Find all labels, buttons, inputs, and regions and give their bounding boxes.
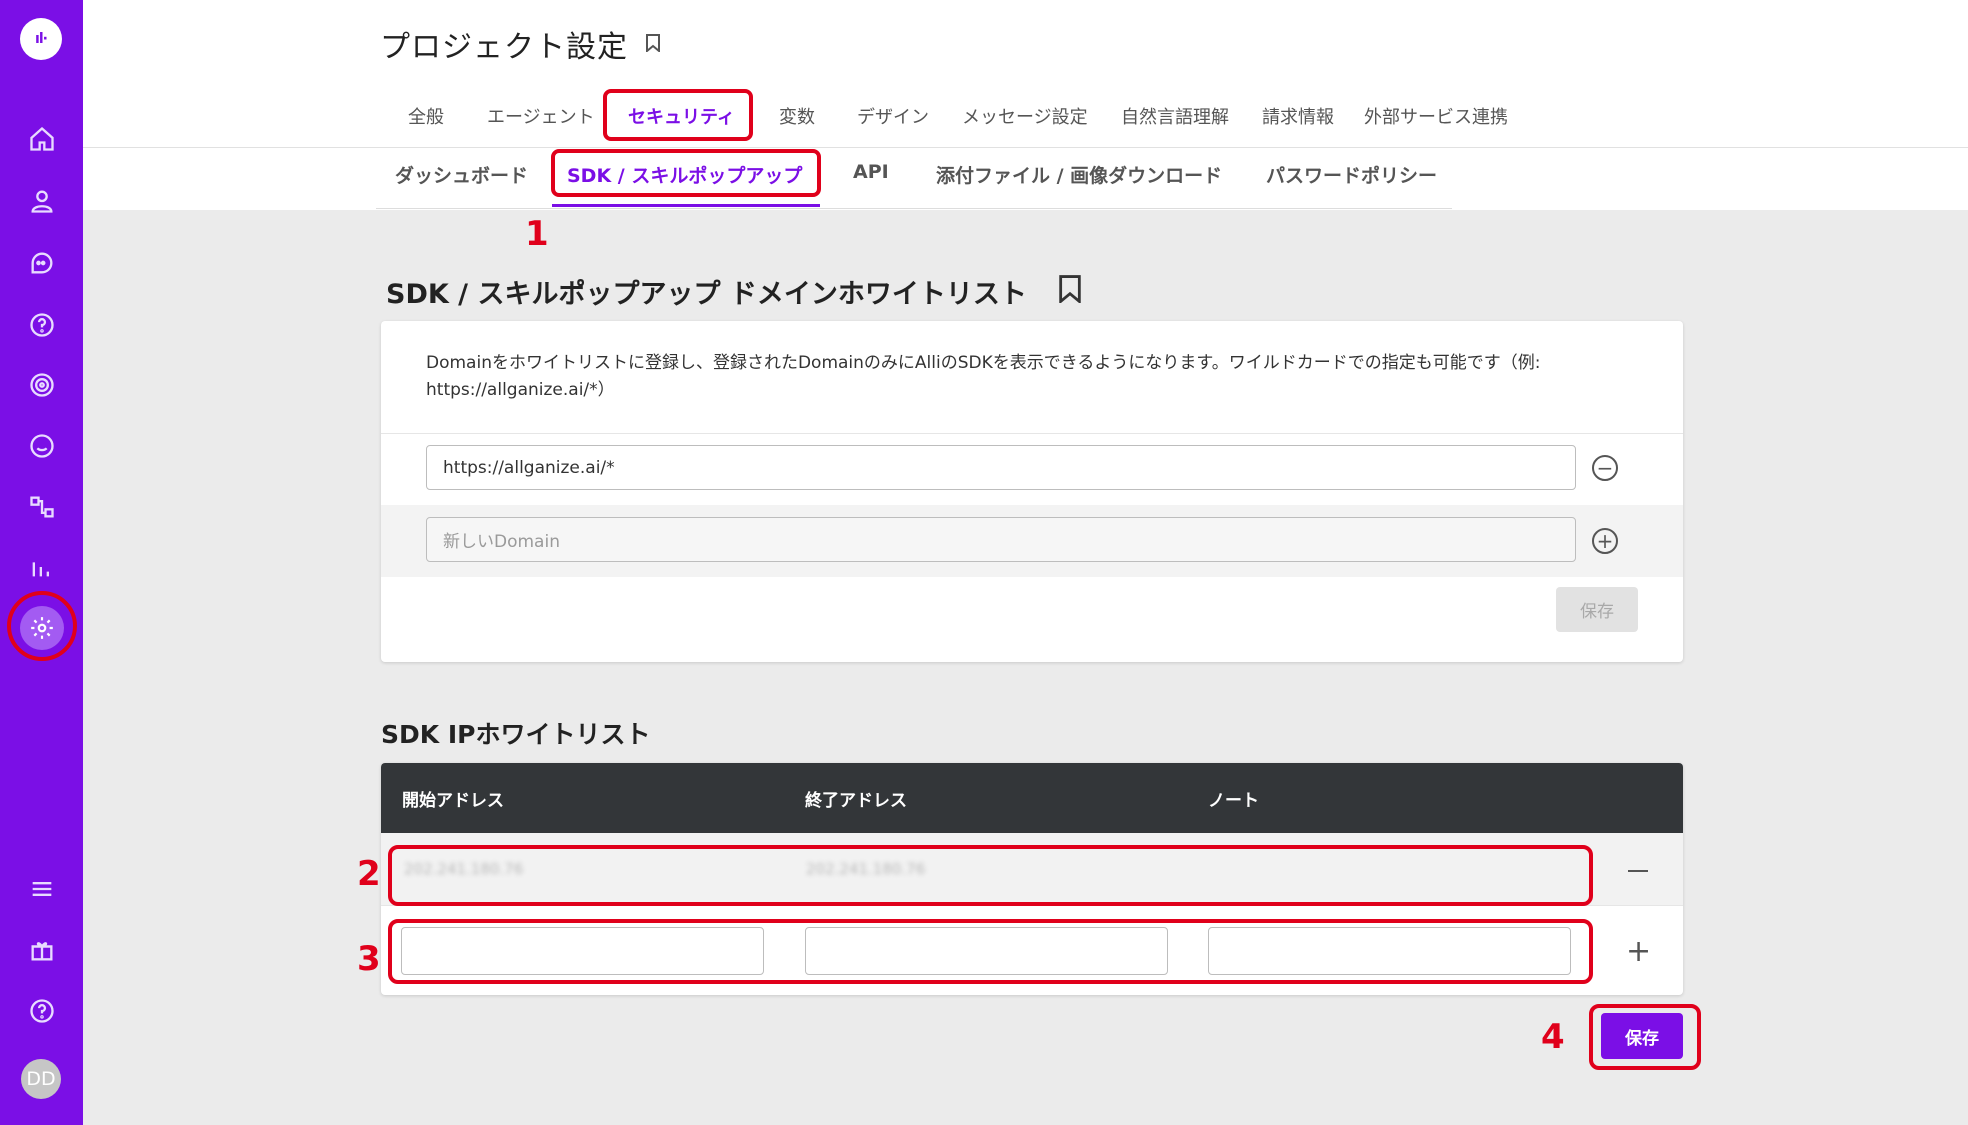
app-logo[interactable]: ıl· — [20, 18, 62, 60]
annotation-box-ip-row — [388, 845, 1593, 906]
subtab-attachments[interactable]: 添付ファイル / 画像ダウンロード — [936, 161, 1222, 188]
column-end-address: 終了アドレス — [805, 791, 907, 811]
tab-variables[interactable]: 変数 — [779, 103, 815, 129]
subtab-divider — [376, 208, 1452, 209]
help-icon[interactable] — [21, 990, 63, 1032]
tab-design[interactable]: デザイン — [857, 103, 929, 129]
table-header — [381, 763, 1683, 833]
subtab-api[interactable]: API — [853, 161, 889, 183]
tab-message-settings[interactable]: メッセージ設定 — [962, 103, 1088, 129]
gift-icon[interactable] — [21, 929, 63, 971]
tab-billing[interactable]: 請求情報 — [1262, 103, 1334, 129]
page-title: プロジェクト設定 — [380, 30, 628, 65]
card-divider — [381, 433, 1683, 434]
annotation-step-1: 1 — [525, 214, 549, 254]
add-domain-button[interactable]: + — [1592, 528, 1618, 554]
subtab-active-indicator — [552, 204, 820, 207]
menu-icon[interactable] — [21, 868, 63, 910]
domain-whitelist-description: Domainをホワイトリストに登録し、登録されたDomainのみにAlliのSD… — [426, 353, 1541, 400]
chat-icon[interactable] — [21, 242, 63, 284]
target-icon[interactable] — [21, 364, 63, 406]
gear-icon[interactable] — [20, 606, 64, 650]
annotation-box-save — [1589, 1004, 1701, 1070]
domain-save-button[interactable]: 保存 — [1556, 587, 1638, 632]
ip-whitelist-title: SDK IPホワイトリスト — [381, 720, 651, 749]
annotation-step-3: 3 — [357, 939, 381, 979]
domain-whitelist-title: SDK / スキルポップアップ ドメインホワイトリスト — [386, 279, 1027, 310]
remove-ip-button[interactable] — [1628, 870, 1648, 872]
tab-nlu[interactable]: 自然言語理解 — [1121, 103, 1229, 129]
bookmark-icon[interactable] — [1059, 275, 1081, 303]
plus-icon: + — [1596, 529, 1614, 553]
sidebar: ıl· DD — [0, 0, 83, 1125]
avatar[interactable]: DD — [21, 1059, 61, 1099]
bookmark-icon[interactable] — [646, 34, 660, 52]
user-icon[interactable] — [21, 180, 63, 222]
annotation-box-security-tab — [603, 89, 753, 141]
tab-general[interactable]: 全般 — [408, 103, 444, 129]
new-domain-input[interactable]: 新しいDomain — [426, 517, 1576, 562]
domain-input[interactable]: https://allganize.ai/* — [426, 445, 1576, 490]
logo-bars-icon: ıl· — [35, 31, 48, 47]
subtab-password-policy[interactable]: パスワードポリシー — [1266, 161, 1437, 188]
tab-divider — [83, 147, 1968, 148]
column-note: ノート — [1208, 791, 1259, 811]
annotation-box-new-ip-row — [388, 919, 1593, 984]
analytics-icon[interactable] — [21, 546, 63, 588]
annotation-step-4: 4 — [1541, 1017, 1565, 1057]
tab-agent[interactable]: エージェント — [487, 103, 595, 129]
annotation-box-sdk-subtab — [551, 149, 821, 197]
tab-integrations[interactable]: 外部サービス連携 — [1364, 103, 1508, 129]
add-ip-button[interactable]: + — [1626, 937, 1651, 967]
subtab-dashboard[interactable]: ダッシュボード — [395, 161, 528, 188]
annotation-step-2: 2 — [357, 854, 381, 894]
home-icon[interactable] — [21, 118, 63, 160]
faq-icon[interactable] — [21, 304, 63, 346]
flow-icon[interactable] — [21, 486, 63, 528]
column-start-address: 開始アドレス — [402, 791, 504, 811]
minus-icon: − — [1596, 456, 1614, 480]
conversation-icon[interactable] — [21, 425, 63, 467]
remove-domain-button[interactable]: − — [1592, 455, 1618, 481]
